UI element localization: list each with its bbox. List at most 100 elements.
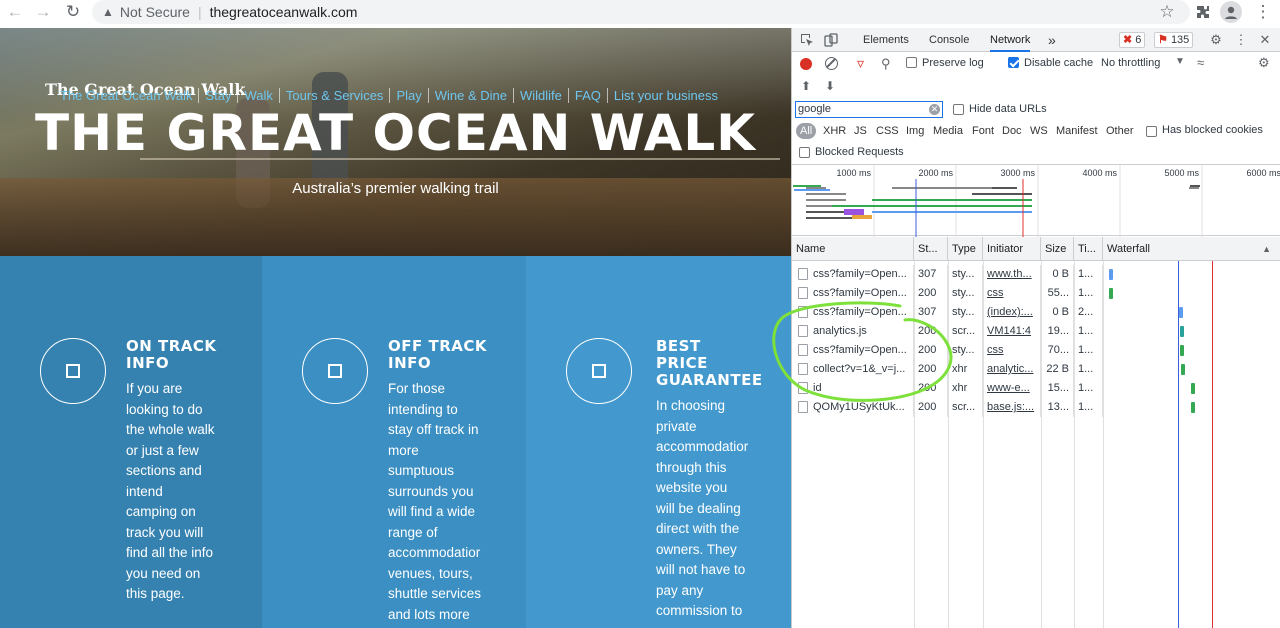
type-filter-other[interactable]: Other: [1106, 123, 1134, 139]
has-blocked-cookies-checkbox[interactable]: [1146, 125, 1157, 137]
request-status-text: 307: [918, 268, 937, 280]
filter-icon[interactable]: ▿: [857, 55, 864, 72]
bookmark-star-icon[interactable]: ☆: [1156, 1, 1178, 23]
nav-link-stay[interactable]: Stay: [198, 88, 237, 103]
settings-gear-icon[interactable]: ⚙: [1208, 32, 1224, 48]
device-toolbar-icon[interactable]: [823, 32, 839, 48]
panel-body: For those intending to stay off track in…: [388, 379, 482, 625]
request-row[interactable]: analytics.js 200 scr... VM141:4 19... 1...: [792, 322, 1280, 341]
nav-link-tours-services[interactable]: Tours & Services: [278, 88, 390, 103]
file-icon: [798, 287, 808, 300]
panel-body-line: or just a few: [126, 442, 199, 458]
request-row[interactable]: css?family=Open... 200 sty... css 70... 1...: [792, 341, 1280, 360]
import-har-icon[interactable]: ⬆: [801, 79, 811, 93]
request-row[interactable]: css?family=Open... 307 sty... www.th... 0 B 1…: [792, 265, 1280, 284]
nav-link-list-business[interactable]: List your business: [606, 88, 724, 103]
error-count-badge[interactable]: ✖ 6: [1119, 32, 1146, 48]
type-filter-doc[interactable]: Doc: [1002, 123, 1022, 139]
record-icon[interactable]: [800, 58, 812, 70]
request-initiator-cell[interactable]: www-e...: [983, 379, 1041, 398]
request-initiator-cell[interactable]: www.th...: [983, 265, 1041, 284]
request-initiator-text: analytic...: [987, 363, 1034, 375]
column-header-status[interactable]: St...: [914, 237, 948, 261]
request-initiator-cell[interactable]: (index):...: [983, 303, 1041, 322]
throttling-select[interactable]: No throttling: [1101, 57, 1160, 69]
request-initiator-cell[interactable]: base.js:...: [983, 398, 1041, 417]
nav-link-walk[interactable]: Walk: [237, 88, 278, 103]
panel-off-track-info[interactable]: OFF TRACK INFO For those intending to st…: [262, 256, 526, 628]
close-devtools-icon[interactable]: ✕: [1257, 32, 1273, 48]
type-filter-media[interactable]: Media: [933, 123, 963, 139]
request-initiator-cell[interactable]: VM141:4: [983, 322, 1041, 341]
network-settings-gear-icon[interactable]: ⚙: [1258, 55, 1270, 71]
browser-menu-icon[interactable]: ⋮: [1252, 1, 1274, 23]
preserve-log-checkbox[interactable]: [906, 56, 917, 68]
request-size-text: 13...: [1047, 401, 1069, 413]
type-filter-ws[interactable]: WS: [1030, 123, 1048, 139]
blocked-requests-checkbox[interactable]: [799, 146, 810, 158]
nav-link-great-ocean-walk[interactable]: The Great Ocean Walk: [60, 88, 198, 103]
clear-filter-icon[interactable]: ✕: [929, 104, 940, 115]
panel-body: In choosing private accommodatior throug…: [656, 396, 750, 622]
request-status-cell: 307: [914, 303, 948, 322]
tab-network[interactable]: Network: [990, 28, 1031, 52]
column-header-size[interactable]: Size: [1041, 237, 1074, 261]
nav-link-faq[interactable]: FAQ: [567, 88, 607, 103]
search-icon[interactable]: ⚲: [881, 56, 891, 72]
export-har-icon[interactable]: ⬇: [825, 79, 835, 93]
request-row[interactable]: id 200 xhr www-e... 15... 1...: [792, 379, 1280, 398]
devtools-menu-icon[interactable]: ⋮: [1233, 32, 1249, 48]
request-size-text: 15...: [1047, 382, 1069, 394]
nav-link-play[interactable]: Play: [389, 88, 427, 103]
nav-link-wildlife[interactable]: Wildlife: [512, 88, 568, 103]
type-filter-font[interactable]: Font: [972, 123, 994, 139]
type-filter-all[interactable]: All: [796, 123, 817, 139]
nav-link-wine-dine[interactable]: Wine & Dine: [427, 88, 513, 103]
network-overview-timeline[interactable]: 1000 ms 2000 ms 3000 ms 4000 ms 5000 ms 6000 …: [792, 164, 1280, 237]
inspect-element-icon[interactable]: [799, 32, 815, 48]
type-filter-xhr[interactable]: XHR: [823, 123, 846, 139]
devtools-tab-bar: Elements Console Network » ✖ 6 ⚑ 135 ⚙ ⋮…: [792, 28, 1280, 52]
tab-console[interactable]: Console: [929, 28, 969, 52]
panel-title-line: BEST: [656, 337, 701, 355]
request-size-text: 55...: [1047, 287, 1069, 299]
clear-icon[interactable]: [825, 57, 838, 70]
panel-body-line: In choosing: [656, 398, 726, 413]
column-divider: [914, 261, 915, 628]
panel-body-line: track you will: [126, 524, 204, 540]
disable-cache-checkbox[interactable]: [1008, 56, 1019, 68]
request-initiator-text: VM141:4: [987, 325, 1032, 337]
column-header-initiator[interactable]: Initiator: [983, 237, 1041, 261]
filter-input[interactable]: google ✕: [795, 101, 943, 118]
warning-count-badge[interactable]: ⚑ 135: [1154, 32, 1194, 48]
request-row[interactable]: css?family=Open... 307 sty... (index):... 0 …: [792, 303, 1280, 322]
request-initiator-cell[interactable]: css: [983, 284, 1041, 303]
column-header-name[interactable]: Name: [792, 237, 914, 261]
column-header-waterfall[interactable]: Waterfall ▲: [1103, 237, 1280, 261]
hide-data-urls-checkbox[interactable]: [953, 103, 964, 115]
more-tabs-icon[interactable]: »: [1048, 28, 1056, 52]
request-row[interactable]: collect?v=1&_v=j... 200 xhr analytic... 22 B…: [792, 360, 1280, 379]
request-type-text: sty...: [952, 268, 975, 280]
network-conditions-icon[interactable]: ≈: [1197, 55, 1204, 70]
request-name-cell: id: [792, 379, 914, 398]
forward-icon[interactable]: →: [32, 1, 54, 23]
extensions-icon[interactable]: [1192, 1, 1214, 23]
panel-best-price-guarantee[interactable]: BEST PRICE GUARANTEE In choosing private…: [526, 256, 791, 628]
address-bar[interactable]: ▲ Not Secure | thegreatoceanwalk.com: [92, 0, 1190, 24]
request-row[interactable]: css?family=Open... 200 sty... css 55... 1...: [792, 284, 1280, 303]
type-filter-css[interactable]: CSS: [876, 123, 899, 139]
request-row[interactable]: QOMy1USyKtUk... 200 scr... base.js:... 13...…: [792, 398, 1280, 417]
type-filter-manifest[interactable]: Manifest: [1056, 123, 1098, 139]
column-header-type[interactable]: Type: [948, 237, 983, 261]
back-icon[interactable]: ←: [4, 1, 26, 23]
reload-icon[interactable]: ↻: [62, 1, 84, 23]
tab-elements[interactable]: Elements: [863, 28, 909, 52]
profile-avatar-icon[interactable]: [1220, 1, 1242, 23]
request-initiator-cell[interactable]: css: [983, 341, 1041, 360]
type-filter-img[interactable]: Img: [906, 123, 924, 139]
column-header-time[interactable]: Ti...: [1074, 237, 1103, 261]
request-initiator-cell[interactable]: analytic...: [983, 360, 1041, 379]
type-filter-js[interactable]: JS: [854, 123, 867, 139]
panel-on-track-info[interactable]: ON TRACK INFO If you are looking to do t…: [0, 256, 262, 628]
